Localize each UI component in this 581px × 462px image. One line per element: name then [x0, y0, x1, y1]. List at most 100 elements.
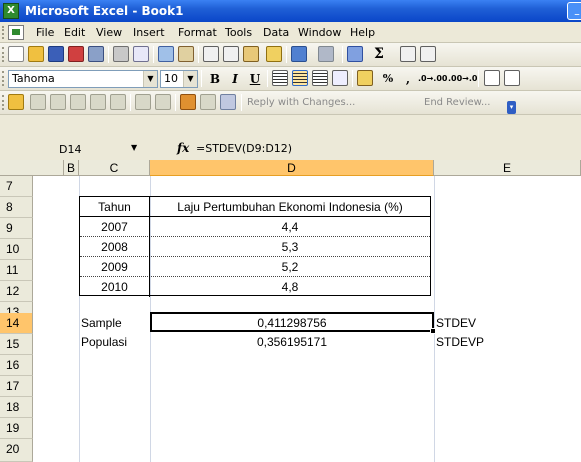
function-stdevp[interactable]: STDEVP: [436, 332, 484, 353]
align-left-icon[interactable]: [272, 70, 288, 86]
label-populasi[interactable]: Populasi: [81, 332, 127, 353]
label-sample[interactable]: Sample: [81, 313, 122, 334]
font-name-select[interactable]: Tahoma ▼: [8, 70, 158, 88]
cut-icon[interactable]: [203, 46, 219, 62]
cell-rate[interactable]: 4,4: [150, 217, 430, 237]
print-icon[interactable]: [113, 46, 129, 62]
menu-tools[interactable]: Tools: [225, 26, 252, 39]
menu-edit[interactable]: Edit: [64, 26, 85, 39]
row-header-selected[interactable]: 14: [0, 313, 33, 334]
row-header[interactable]: 15: [0, 334, 33, 355]
row-header[interactable]: 9: [0, 218, 33, 239]
paste-icon[interactable]: [243, 46, 259, 62]
new-icon[interactable]: [8, 46, 24, 62]
open-folder-icon[interactable]: [8, 94, 24, 110]
workbook-icon[interactable]: [8, 25, 24, 40]
row-header[interactable]: 17: [0, 376, 33, 397]
column-header-d[interactable]: D: [150, 160, 434, 176]
cell-rate[interactable]: 5,2: [150, 257, 430, 277]
review-icon[interactable]: [200, 94, 216, 110]
column-header-c[interactable]: C: [79, 160, 150, 176]
cell-rate[interactable]: 4,8: [150, 277, 430, 297]
fill-handle[interactable]: [430, 328, 436, 334]
row-header[interactable]: 16: [0, 355, 33, 376]
review-icon[interactable]: [30, 94, 46, 110]
cell-year[interactable]: 2008: [80, 237, 150, 257]
align-center-icon[interactable]: [292, 70, 308, 86]
end-review-button[interactable]: End Review...: [424, 97, 490, 108]
select-all-corner[interactable]: [0, 160, 64, 176]
increase-indent-icon[interactable]: [504, 70, 520, 86]
review-icon[interactable]: [110, 94, 126, 110]
row-header[interactable]: 8: [0, 197, 33, 218]
ink-icon[interactable]: [180, 94, 196, 110]
print-preview-icon[interactable]: [133, 46, 149, 62]
header-tahun[interactable]: Tahun: [80, 197, 150, 217]
research-icon[interactable]: [178, 46, 194, 62]
underline-button[interactable]: U: [246, 70, 264, 88]
row-header[interactable]: 7: [0, 176, 33, 197]
review-icon[interactable]: [135, 94, 151, 110]
spelling-icon[interactable]: [158, 46, 174, 62]
redo-icon[interactable]: [318, 46, 334, 62]
review-icon[interactable]: [155, 94, 171, 110]
chevron-down-icon[interactable]: ▼: [131, 143, 137, 152]
bold-button[interactable]: B: [206, 70, 224, 88]
hyperlink-icon[interactable]: [347, 46, 363, 62]
review-icon[interactable]: [90, 94, 106, 110]
header-laju[interactable]: Laju Pertumbuhan Ekonomi Indonesia (%): [150, 197, 430, 217]
currency-icon[interactable]: [357, 70, 373, 86]
row-header[interactable]: 11: [0, 260, 33, 281]
copy-icon[interactable]: [223, 46, 239, 62]
function-stdev[interactable]: STDEV: [436, 313, 476, 334]
format-painter-icon[interactable]: [266, 46, 282, 62]
research-icon[interactable]: [220, 94, 236, 110]
percent-button[interactable]: %: [379, 70, 397, 88]
autosum-icon[interactable]: Σ: [370, 45, 388, 63]
row-header[interactable]: 12: [0, 281, 33, 302]
value-populasi[interactable]: 0,356195171: [150, 332, 434, 353]
cell-rate[interactable]: 5,3: [150, 237, 430, 257]
undo-icon[interactable]: [291, 46, 307, 62]
font-size-select[interactable]: 10 ▼: [160, 70, 198, 88]
row-header[interactable]: 20: [0, 439, 33, 462]
chevron-down-icon[interactable]: ▼: [183, 71, 197, 87]
cell-year[interactable]: 2009: [80, 257, 150, 277]
chevron-down-icon[interactable]: ▼: [143, 71, 157, 87]
menu-file[interactable]: File: [36, 26, 54, 39]
align-right-icon[interactable]: [312, 70, 328, 86]
minimize-button[interactable]: _: [567, 2, 581, 20]
fx-icon[interactable]: fx: [177, 141, 189, 155]
menu-data[interactable]: Data: [263, 26, 289, 39]
increase-decimal-button[interactable]: .0→.00: [418, 70, 447, 88]
worksheet-grid[interactable]: B C D E 7 8 9 10 11 12 13 14 15 16 17 18…: [0, 160, 581, 462]
review-icon[interactable]: [70, 94, 86, 110]
merge-center-icon[interactable]: [332, 70, 348, 86]
decrease-decimal-button[interactable]: .00→.0: [448, 70, 477, 88]
menu-help[interactable]: Help: [350, 26, 375, 39]
menu-insert[interactable]: Insert: [133, 26, 165, 39]
open-icon[interactable]: [28, 46, 44, 62]
comma-button[interactable]: ,: [399, 70, 417, 88]
menu-view[interactable]: View: [96, 26, 122, 39]
sort-descending-icon[interactable]: [420, 46, 436, 62]
review-icon[interactable]: [50, 94, 66, 110]
cell-year[interactable]: 2007: [80, 217, 150, 237]
column-header-e[interactable]: E: [434, 160, 581, 176]
sort-ascending-icon[interactable]: [400, 46, 416, 62]
menu-format[interactable]: Format: [178, 26, 217, 39]
email-icon[interactable]: [88, 46, 104, 62]
decrease-indent-icon[interactable]: [484, 70, 500, 86]
row-header[interactable]: 19: [0, 418, 33, 439]
name-box[interactable]: D14 ▼: [49, 143, 147, 157]
cell-year[interactable]: 2010: [80, 277, 150, 297]
menu-window[interactable]: Window: [298, 26, 341, 39]
toolbar-options-icon[interactable]: ▾: [507, 101, 516, 114]
row-header[interactable]: 18: [0, 397, 33, 418]
save-icon[interactable]: [48, 46, 64, 62]
active-cell-d14[interactable]: [150, 312, 434, 332]
row-header[interactable]: 10: [0, 239, 33, 260]
column-header-b[interactable]: B: [64, 160, 79, 176]
permission-icon[interactable]: [68, 46, 84, 62]
italic-button[interactable]: I: [226, 70, 244, 88]
